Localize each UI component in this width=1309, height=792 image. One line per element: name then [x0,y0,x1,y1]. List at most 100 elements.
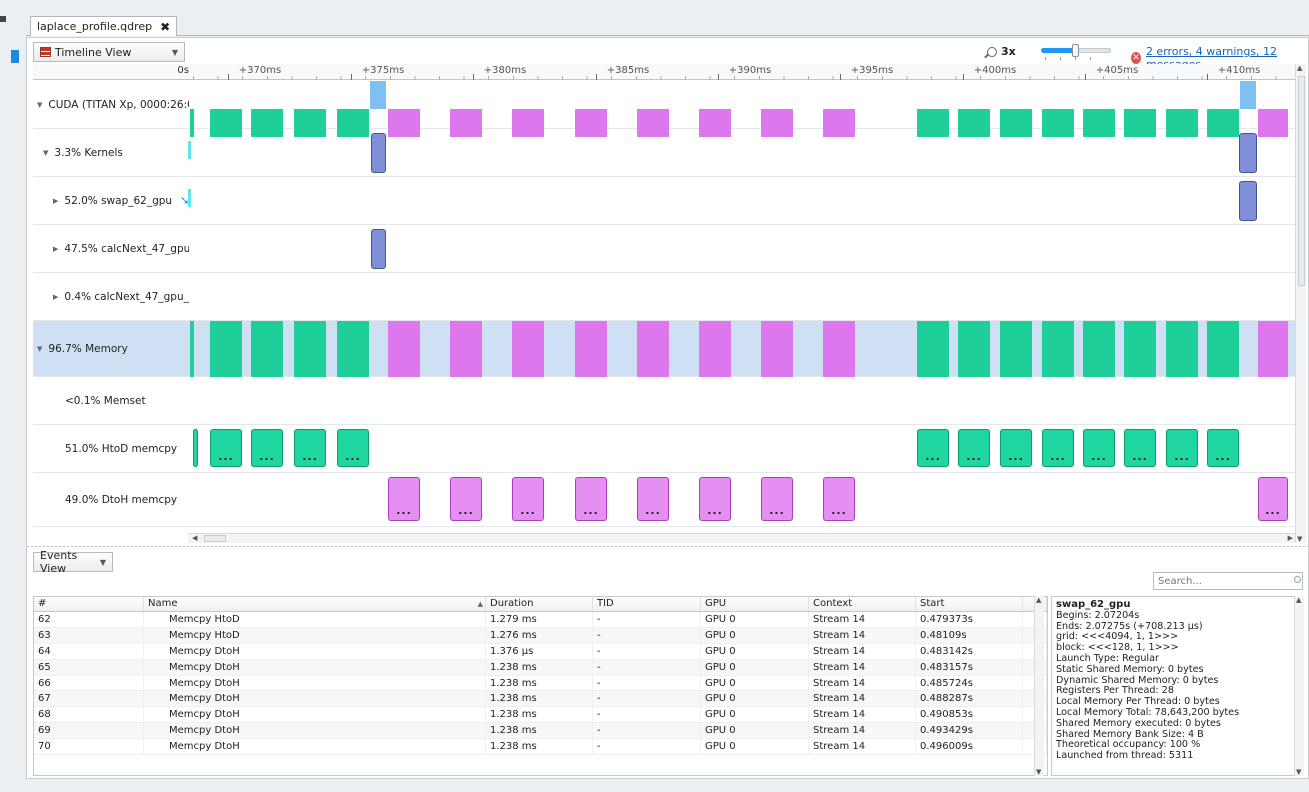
timeline-row[interactable]: ▼ CUDA (TITAN Xp, 0000:26:00 [33,81,1295,137]
expand-down-icon[interactable]: ▼ [37,101,42,109]
dtoh-memcpy-block[interactable]: ... [1258,477,1288,521]
kernel-summary-block[interactable] [370,81,386,109]
timeline-row[interactable]: ▶ 0.4% calcNext_47_gpu__re [33,273,1295,321]
htod-memcpy-block[interactable]: ... [1042,429,1074,467]
htod-summary-block[interactable] [210,321,242,377]
timeline-row[interactable]: 49.0% DtoH memcpy.......................… [33,473,1295,527]
dtoh-memcpy-block[interactable]: ... [699,477,731,521]
htod-summary-block[interactable] [251,321,283,377]
scroll-down-icon[interactable]: ▼ [1297,535,1302,543]
table-row[interactable]: 64 Memcpy DtoH 1.376 μs - GPU 0 Stream 14 0.48… [34,643,1047,660]
column-header[interactable]: GPU [701,597,809,611]
expand-right-icon[interactable]: ▶ [53,293,58,301]
dtoh-summary-block[interactable] [575,321,607,377]
htod-summary-block[interactable] [1124,321,1156,377]
table-row[interactable]: 63 Memcpy HtoD 1.276 ms - GPU 0 Stream 14 0.48… [34,627,1047,644]
row-label[interactable]: ▼ 3.3% Kernels [33,129,189,176]
column-header[interactable]: Context [809,597,916,611]
scrollbar-thumb[interactable] [204,535,226,542]
timeline-vertical-scrollbar[interactable]: ▲ ▼ [1295,64,1306,543]
table-row[interactable]: 65 Memcpy DtoH 1.238 ms - GPU 0 Stream 14 0.48… [34,659,1047,676]
events-table-scrollbar[interactable]: ▲ ▼ [1034,596,1044,776]
details-scrollbar[interactable]: ▲ ▼ [1294,596,1304,776]
htod-summary-block[interactable] [1042,321,1074,377]
htod-memcpy-block[interactable]: ... [210,429,242,467]
table-row[interactable]: 67 Memcpy DtoH 1.238 ms - GPU 0 Stream 14 0.48… [34,691,1047,708]
htod-memcpy-block[interactable]: ... [958,429,990,467]
htod-summary-block[interactable] [958,321,990,377]
dtoh-memcpy-block[interactable]: ... [450,477,482,521]
expand-down-icon[interactable]: ▼ [43,149,48,157]
time-ruler[interactable]: 0s +370ms +375ms +380ms +385ms +390ms +395ms +… [33,64,1295,80]
htod-memcpy-block[interactable]: ... [1124,429,1156,467]
dtoh-memcpy-block[interactable]: ... [823,477,855,521]
scroll-right-icon[interactable]: ▶ [1288,534,1293,542]
htod-memcpy-block[interactable]: ... [1083,429,1115,467]
row-label[interactable]: ▶ 47.5% calcNext_47_gpu [33,225,189,272]
events-view-select[interactable]: Events View ▼ [33,549,113,575]
htod-memcpy-block[interactable] [193,429,198,467]
scroll-down-icon[interactable]: ▼ [1296,768,1301,776]
table-row[interactable]: 62 Memcpy HtoD 1.279 ms - GPU 0 Stream 14 0.47… [34,612,1047,628]
zoom-slider-rest[interactable] [1075,48,1111,53]
column-header[interactable]: # [34,597,144,611]
dtoh-summary-block[interactable] [1258,321,1288,377]
zoom-slider-thumb[interactable] [1072,44,1079,57]
timeline-row[interactable]: 51.0% HtoD memcpy.......................… [33,425,1295,473]
dtoh-memcpy-block[interactable]: ... [388,477,420,521]
htod-summary-block[interactable] [1083,321,1115,377]
kernel-block[interactable] [371,133,386,173]
scrollbar-thumb[interactable] [1298,76,1305,286]
kernel-block-calcnext[interactable] [371,229,386,269]
scroll-up-icon[interactable]: ▲ [1297,64,1302,72]
htod-memcpy-block[interactable]: ... [337,429,369,467]
htod-memcpy-block[interactable]: ... [251,429,283,467]
htod-memcpy-block[interactable]: ... [1207,429,1239,467]
dtoh-summary-block[interactable] [637,321,669,377]
scroll-down-icon[interactable]: ▼ [1036,768,1041,776]
pane-splitter[interactable] [27,544,1308,548]
column-header[interactable]: Start [916,597,1023,611]
kernel-block[interactable] [1239,133,1257,173]
timeline-row[interactable]: ▶ 47.5% calcNext_47_gpu [33,225,1295,273]
timeline-row[interactable]: ▶ 52.0% swap_62_gpu ➘ [33,177,1295,225]
htod-summary-block[interactable] [1000,321,1032,377]
dtoh-summary-block[interactable] [450,321,482,377]
table-row[interactable]: 70 Memcpy DtoH 1.238 ms - GPU 0 Stream 14 0.49… [34,739,1047,756]
row-label[interactable]: ▶ 52.0% swap_62_gpu ➘ [33,177,189,224]
dtoh-memcpy-block[interactable]: ... [512,477,544,521]
table-row[interactable]: 68 Memcpy DtoH 1.238 ms - GPU 0 Stream 14 0.49… [34,707,1047,724]
htod-memcpy-block[interactable]: ... [294,429,326,467]
dtoh-memcpy-block[interactable]: ... [575,477,607,521]
table-row[interactable]: 66 Memcpy DtoH 1.238 ms - GPU 0 Stream 14 0.48… [34,675,1047,692]
expand-down-icon[interactable]: ▼ [37,345,42,353]
search-input[interactable] [1153,572,1303,590]
row-label[interactable]: ▼ 96.7% Memory [33,321,189,376]
dtoh-memcpy-block[interactable]: ... [637,477,669,521]
timeline-view-select[interactable]: Timeline View ▼ [33,42,185,62]
tab-report[interactable]: laplace_profile.qdrep ✖ [30,16,178,36]
dtoh-summary-block[interactable] [388,321,420,377]
timeline-row[interactable]: ▼ 96.7% Memory [33,321,1295,377]
column-header[interactable]: Duration [486,597,593,611]
htod-summary-block[interactable] [917,321,949,377]
kernel-block-swap[interactable] [1239,181,1257,221]
htod-summary-block[interactable] [190,321,194,377]
dtoh-summary-block[interactable] [699,321,731,377]
column-header[interactable]: Name ▲ [144,597,486,611]
htod-memcpy-block[interactable]: ... [1000,429,1032,467]
column-header[interactable]: TID [593,597,701,611]
dtoh-summary-block[interactable] [761,321,793,377]
row-label[interactable]: ▼ CUDA (TITAN Xp, 0000:26:00 [33,81,189,128]
htod-summary-block[interactable] [337,321,369,377]
dtoh-summary-block[interactable] [823,321,855,377]
expand-right-icon[interactable]: ▶ [53,245,58,253]
htod-summary-block[interactable] [1166,321,1198,377]
row-label[interactable]: 49.0% DtoH memcpy [33,473,189,526]
dtoh-summary-block[interactable] [512,321,544,377]
table-row[interactable]: 69 Memcpy DtoH 1.238 ms - GPU 0 Stream 14 0.49… [34,723,1047,740]
scroll-up-icon[interactable]: ▲ [1036,596,1041,604]
dtoh-memcpy-block[interactable]: ... [761,477,793,521]
row-label[interactable]: <0.1% Memset [33,377,189,424]
scroll-up-icon[interactable]: ▲ [1296,596,1301,604]
